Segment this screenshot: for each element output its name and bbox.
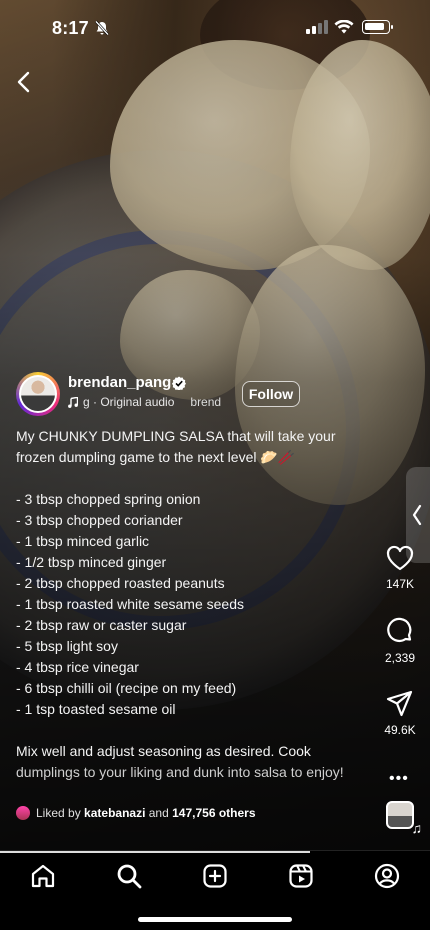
ingredient-line: - 2 tbsp raw or caster sugar	[16, 617, 187, 633]
avatar[interactable]	[16, 372, 60, 416]
nav-search[interactable]	[114, 861, 144, 891]
comment-icon[interactable]	[386, 617, 414, 645]
home-icon	[31, 864, 55, 888]
verified-icon	[172, 376, 186, 390]
search-icon	[117, 864, 142, 889]
liked-by[interactable]: Liked by katebanazi and 147,756 others	[16, 806, 256, 820]
ingredient-line: - 3 tbsp chopped coriander	[16, 512, 183, 528]
share-action[interactable]: 49.6K	[378, 689, 422, 737]
ingredient-line: - 2 tbsp chopped roasted peanuts	[16, 575, 225, 591]
status-time: 8:17	[52, 18, 89, 38]
audio-attribution[interactable]: g · Original audio brend	[68, 395, 221, 409]
like-action[interactable]: 147K	[378, 545, 422, 591]
audio-thumbnail[interactable]: ♫	[386, 801, 422, 836]
ingredient-line: - 1/2 tbsp minced ginger	[16, 554, 167, 570]
audio-overflow-text: brend	[190, 395, 222, 409]
ingredient-line: - 5 tbsp light soy	[16, 638, 118, 654]
chevron-left-icon	[412, 504, 422, 526]
nav-profile[interactable]	[372, 861, 402, 891]
more-icon[interactable]: •••	[389, 770, 409, 788]
caption-outro: Mix well and adjust seasoning as desired…	[16, 743, 311, 759]
caption-outro-faded: dumplings to your liking and dunk into s…	[16, 764, 344, 780]
share-count: 49.6K	[384, 723, 416, 737]
username[interactable]: brendan_pang	[68, 374, 171, 391]
video-progress-bar[interactable]	[0, 851, 310, 853]
ingredient-line: - 4 tbsp rice vinegar	[16, 659, 139, 675]
status-bar: 8:17	[0, 0, 430, 54]
wifi-icon	[334, 20, 354, 34]
battery-icon	[362, 20, 393, 34]
ingredient-line: - 6 tbsp chilli oil (recipe on my feed)	[16, 680, 237, 696]
reels-icon	[289, 864, 313, 888]
audio-label: g · Original audio	[83, 395, 175, 409]
caption[interactable]: My CHUNKY DUMPLING SALSA that will take …	[16, 426, 366, 783]
liked-others[interactable]: 147,756 others	[172, 806, 255, 820]
home-indicator[interactable]	[138, 917, 292, 922]
music-note-icon: ♫	[411, 820, 423, 836]
bottom-nav	[0, 850, 430, 930]
music-note-icon	[68, 396, 78, 408]
nav-home[interactable]	[28, 861, 58, 891]
heart-icon[interactable]	[386, 545, 414, 571]
follow-button[interactable]: Follow	[242, 381, 300, 407]
ingredient-line: - 3 tbsp chopped spring onion	[16, 491, 201, 507]
create-icon	[203, 864, 227, 888]
nav-create[interactable]	[200, 861, 230, 891]
ingredient-line: - 1 tbsp roasted white sesame seeds	[16, 596, 245, 612]
signal-icon	[306, 20, 328, 34]
bell-slash-icon	[95, 20, 109, 36]
send-icon[interactable]	[386, 689, 414, 717]
liked-prefix: Liked by	[36, 806, 81, 820]
back-chevron-icon[interactable]	[12, 68, 36, 96]
reel-screen: 8:17 brendan_pang g · Original audio bre…	[0, 0, 430, 930]
comment-count: 2,339	[384, 651, 416, 665]
nav-reels[interactable]	[286, 861, 316, 891]
liked-and: and	[148, 806, 169, 820]
liker-avatar	[16, 806, 30, 820]
ingredient-line: - 1 tsp toasted sesame oil	[16, 701, 176, 717]
like-count: 147K	[385, 577, 415, 591]
ingredient-line: - 1 tbsp minced garlic	[16, 533, 150, 549]
profile-icon	[374, 863, 400, 889]
caption-intro: My CHUNKY DUMPLING SALSA that will take …	[16, 428, 336, 465]
comment-action[interactable]: 2,339	[378, 617, 422, 665]
liked-user[interactable]: katebanazi	[84, 806, 145, 820]
